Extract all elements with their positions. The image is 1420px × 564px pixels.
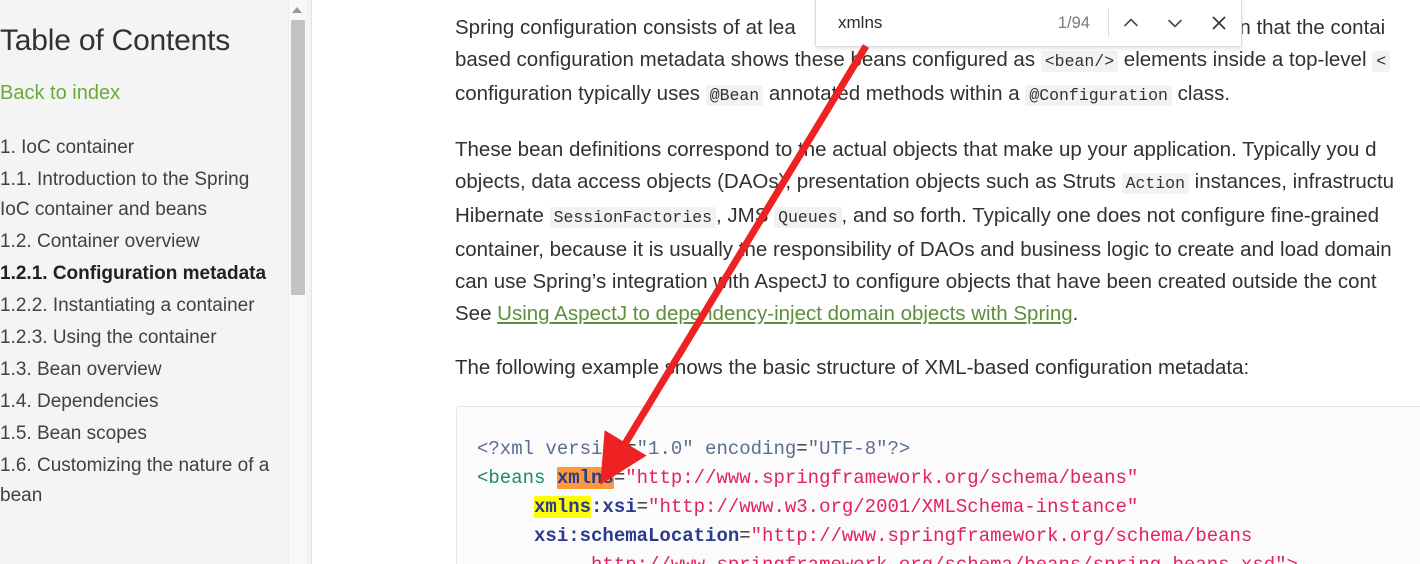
sidebar-scrollbar-thumb[interactable] — [291, 20, 305, 295]
table-of-contents-sidebar: Table of Contents Back to index 1. IoC c… — [0, 0, 312, 564]
p2-l3-b: , JMS — [716, 204, 775, 227]
code-eq-1: = — [625, 438, 637, 460]
code-attr-encoding: encoding — [693, 438, 797, 460]
inline-code-queues: Queues — [774, 207, 842, 228]
code-val-schemalocation-1: "http://www.springframework.org/schema/b… — [750, 525, 1253, 547]
code-val-beans-ns: "http://www.springframework.org/schema/b… — [625, 467, 1139, 489]
paragraph3-line1: The following example shows the basic st… — [455, 356, 1250, 379]
p1-l2-b: elements inside a top-level — [1118, 48, 1373, 71]
code-pi-close: ?> — [887, 438, 911, 460]
p1-l1-a: Spring configuration consists of at lea — [455, 16, 796, 39]
p2-l6-a: See — [455, 302, 498, 325]
back-to-index-link[interactable]: Back to index — [0, 82, 286, 105]
code-eq-4: = — [636, 496, 649, 518]
close-icon[interactable] — [1197, 0, 1241, 46]
p2-l2-a: objects, data access objects (DAOs), pre… — [455, 170, 1122, 193]
inline-code-action: Action — [1121, 173, 1189, 194]
p2-l3-a: Hibernate — [455, 204, 550, 227]
code-val-xsi-ns: "http://www.w3.org/2001/XMLSchema-instan… — [648, 496, 1139, 518]
code-eq-2: = — [796, 438, 808, 460]
aspectj-dependency-inject-link[interactable]: Using AspectJ to dependency-inject domai… — [497, 302, 1072, 325]
code-val-version: "1.0" — [636, 438, 694, 460]
code-eq-5: = — [739, 525, 751, 547]
p1-l3-b: annotated methods within a — [763, 82, 1026, 105]
search-match-current-xmlns: xmlns — [556, 467, 614, 489]
xml-code-block[interactable]: <?xml version="1.0" encoding="UTF-8"?> <… — [456, 406, 1420, 564]
sidebar-item-dependencies[interactable]: 1.4. Dependencies — [0, 387, 286, 417]
code-pi-open: <?xml — [477, 438, 535, 460]
sidebar-item-customizing-bean-nature[interactable]: 1.6. Customizing the nature of a bean — [0, 451, 286, 511]
sidebar-item-introduction[interactable]: 1.1. Introduction to the Spring IoC cont… — [0, 165, 286, 225]
p2-l6-b: . — [1072, 302, 1079, 325]
p1-l2-a: based configuration metadata shows these… — [455, 48, 1041, 71]
code-eq-3: = — [613, 467, 626, 489]
scroll-up-arrow-icon[interactable] — [289, 1, 306, 18]
paragraph-following-example: The following example shows the basic st… — [455, 352, 1420, 384]
sidebar-item-bean-overview[interactable]: 1.3. Bean overview — [0, 355, 286, 385]
match-count-label: 1/94 — [1057, 13, 1090, 32]
sidebar-item-configuration-metadata[interactable]: 1.2.1. Configuration metadata — [0, 259, 286, 289]
code-attr-schemalocation: xsi:schemaLocation — [534, 525, 740, 547]
sidebar-item-bean-scopes[interactable]: 1.5. Bean scopes — [0, 419, 286, 449]
paragraph1-line3: configuration typically uses @Bean annot… — [455, 78, 1420, 112]
inline-code-sessionfactories: SessionFactories — [549, 207, 717, 228]
chevron-down-icon[interactable] — [1153, 0, 1197, 46]
p1-l3-a: configuration typically uses — [455, 82, 706, 105]
paragraph2-line2: objects, data access objects (DAOs), pre… — [455, 166, 1420, 200]
code-block-content: <?xml version="1.0" encoding="UTF-8"?> <… — [457, 407, 1420, 564]
toc-list: 1. IoC container 1.1. Introduction to th… — [0, 133, 286, 511]
paragraph1-line2: based configuration metadata shows these… — [455, 44, 1420, 78]
code-attr-xsi: :xsi — [591, 496, 637, 518]
paragraph2-line3: Hibernate SessionFactories, JMS Queues, … — [455, 200, 1420, 234]
paragraph2-line6: See Using AspectJ to dependency-inject d… — [455, 298, 1420, 330]
inline-code-bean-element: <bean/> — [1040, 51, 1119, 72]
paragraph-bean-definitions: These bean definitions correspond to the… — [455, 134, 1420, 330]
sidebar-item-container-overview[interactable]: 1.2. Container overview — [0, 227, 286, 257]
sidebar-item-using-the-container[interactable]: 1.2.3. Using the container — [0, 323, 286, 353]
search-match-other-xmlns: xmlns — [534, 496, 592, 518]
search-input[interactable]: xmlns — [838, 13, 1048, 33]
sidebar-content: Table of Contents Back to index 1. IoC c… — [0, 0, 286, 513]
paragraph2-line4: container, because it is usually the res… — [455, 238, 1392, 261]
p2-l3-c: , and so forth. Typically one does not c… — [841, 204, 1380, 227]
browser-viewport: Table of Contents Back to index 1. IoC c… — [0, 0, 1420, 564]
p2-l2-b: instances, infrastructu — [1188, 170, 1395, 193]
code-val-schemalocation-2: http://www.springframework.org/schema/be… — [591, 554, 1298, 564]
paragraph2-line5: can use Spring’s integration with Aspect… — [455, 270, 1377, 293]
document-content-area: Spring configuration consists of at lea n… — [313, 0, 1420, 564]
page-title: Table of Contents — [0, 24, 231, 57]
code-tag-beans: <beans — [477, 467, 546, 489]
code-attr-version: version — [534, 438, 626, 460]
inline-code-bean-annotation: @Bean — [705, 85, 764, 106]
chevron-up-icon[interactable] — [1109, 0, 1153, 46]
sidebar-item-ioc-container[interactable]: 1. IoC container — [0, 133, 286, 163]
find-in-page-bar[interactable]: xmlns 1/94 — [815, 0, 1242, 47]
inline-code-beans-open: < — [1372, 51, 1391, 72]
code-val-encoding: "UTF-8" — [807, 438, 888, 460]
paragraph2-line1: These bean definitions correspond to the… — [455, 138, 1377, 161]
p1-l3-c: class. — [1171, 82, 1231, 105]
sidebar-item-instantiating-a-container[interactable]: 1.2.2. Instantiating a container — [0, 291, 286, 321]
inline-code-configuration-annotation: @Configuration — [1025, 85, 1172, 106]
